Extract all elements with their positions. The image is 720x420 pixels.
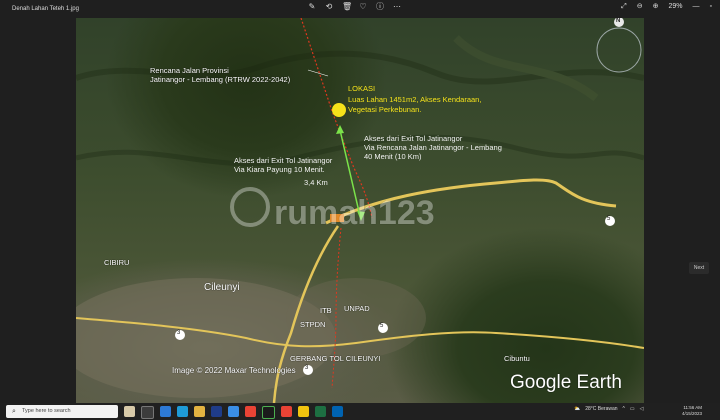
heart-icon[interactable]: ♡	[359, 3, 367, 11]
planned-road	[300, 18, 373, 219]
zoom-out-icon[interactable]: ⊖	[637, 3, 643, 11]
chrome-icon[interactable]	[245, 406, 256, 417]
image-viewer: Rencana Jalan Provinsi Jatinangor - Lemb…	[0, 18, 720, 403]
lokasi-description: Luas Lahan 1451m2, Akses Kendaraan, Vege…	[348, 95, 482, 114]
edit-icon[interactable]: ✎	[308, 3, 316, 11]
thumbnail-app-icon[interactable]	[124, 406, 135, 417]
place-gerbang-tol: GERBANG TOL CILEUNYI	[290, 354, 381, 363]
weather-icon[interactable]: ⛅	[574, 406, 580, 412]
image-toolbar: ✎ ⟲ 🗑 ♡ ⓘ ⋯	[308, 3, 401, 11]
edge-icon[interactable]	[177, 406, 188, 417]
distance-label: 3,4 Km	[304, 178, 328, 187]
place-stpdn: STPDN	[300, 320, 326, 329]
rotate-icon[interactable]: ⟲	[325, 3, 333, 11]
lokasi-title: LOKASI	[348, 84, 376, 93]
app-icon[interactable]	[262, 406, 275, 419]
image-credit: Image © 2022 Maxar Technologies	[172, 366, 296, 375]
search-box[interactable]: ⌕ Type here to search	[6, 405, 118, 418]
view-controls: ⤢ ⊖ ⊕ 29% — ▫	[621, 3, 712, 11]
info-icon[interactable]: ⓘ	[376, 3, 384, 11]
chrome-profile-icon[interactable]	[281, 406, 292, 417]
taskbar: ⌕ Type here to search ⛅ 28°C Berawan ^ ▭…	[0, 403, 720, 420]
search-icon: ⌕	[12, 408, 16, 415]
photoshop-icon[interactable]	[211, 406, 222, 417]
title-bar: Denah Lahan Teteh 1.jpg ✎ ⟲ 🗑 ♡ ⓘ ⋯ ⤢ ⊖ …	[0, 0, 720, 18]
network-icon[interactable]: ▭	[630, 406, 635, 412]
search-placeholder: Type here to search	[22, 408, 71, 414]
excel-icon[interactable]	[315, 406, 326, 417]
access-planned-road-label: Akses dari Exit Tol Jatinangor Via Renca…	[364, 134, 502, 161]
volume-icon[interactable]: ◁	[640, 406, 644, 412]
place-cibuntu: Cibuntu	[504, 354, 530, 363]
sticky-notes-icon[interactable]	[298, 406, 309, 417]
system-tray: ⛅ 28°C Berawan ^ ▭ ◁	[574, 406, 643, 412]
zoom-level: 29%	[668, 3, 683, 10]
compass-label: N	[616, 18, 621, 24]
file-explorer-icon[interactable]	[194, 406, 205, 417]
place-unpad: UNPAD	[344, 304, 370, 313]
photos-icon[interactable]	[332, 406, 343, 417]
restore-icon[interactable]: ▫	[710, 3, 712, 11]
weather-text[interactable]: 28°C Berawan	[585, 406, 617, 412]
place-cibiru: CIBIRU	[104, 258, 130, 267]
store-icon[interactable]	[228, 406, 239, 417]
next-button[interactable]: Next	[689, 262, 709, 274]
place-cileunyi: Cileunyi	[204, 282, 240, 293]
window-title: Denah Lahan Teteh 1.jpg	[12, 6, 79, 12]
compass-ring[interactable]	[596, 27, 642, 73]
date: 4/15/2023	[681, 411, 702, 416]
planned-road-label: Rencana Jalan Provinsi Jatinangor - Lemb…	[150, 66, 291, 84]
taskbar-apps	[124, 406, 343, 419]
zoom-in-icon[interactable]: ⊕	[653, 3, 659, 11]
task-view-icon[interactable]	[141, 406, 154, 419]
chevron-up-icon[interactable]: ^	[623, 406, 625, 412]
road-badge-number: 3	[305, 365, 309, 371]
satellite-image: Rencana Jalan Provinsi Jatinangor - Lemb…	[76, 18, 644, 403]
delete-icon[interactable]: 🗑	[342, 3, 352, 11]
road-badge-number: 5	[380, 323, 384, 329]
minimize-icon[interactable]: —	[693, 3, 700, 11]
access-kiara-label: Akses dari Exit Tol Jatinangor Via Kiara…	[234, 156, 333, 174]
road-badge-number: 5	[607, 216, 611, 222]
mail-icon[interactable]	[160, 406, 171, 417]
watermark-logo	[230, 187, 270, 227]
place-itb: ITB	[320, 306, 332, 315]
clock[interactable]: 11:56 AM 4/15/2023	[682, 405, 702, 417]
watermark-text: rumah123	[274, 194, 435, 232]
road-badge-number: 3	[177, 330, 181, 336]
arrow-head-top	[336, 125, 344, 134]
google-earth-brand: Google Earth	[510, 372, 622, 393]
more-icon[interactable]: ⋯	[393, 3, 401, 11]
pointer-line	[307, 69, 329, 77]
expand-icon[interactable]: ⤢	[621, 3, 627, 11]
location-marker	[332, 103, 346, 117]
